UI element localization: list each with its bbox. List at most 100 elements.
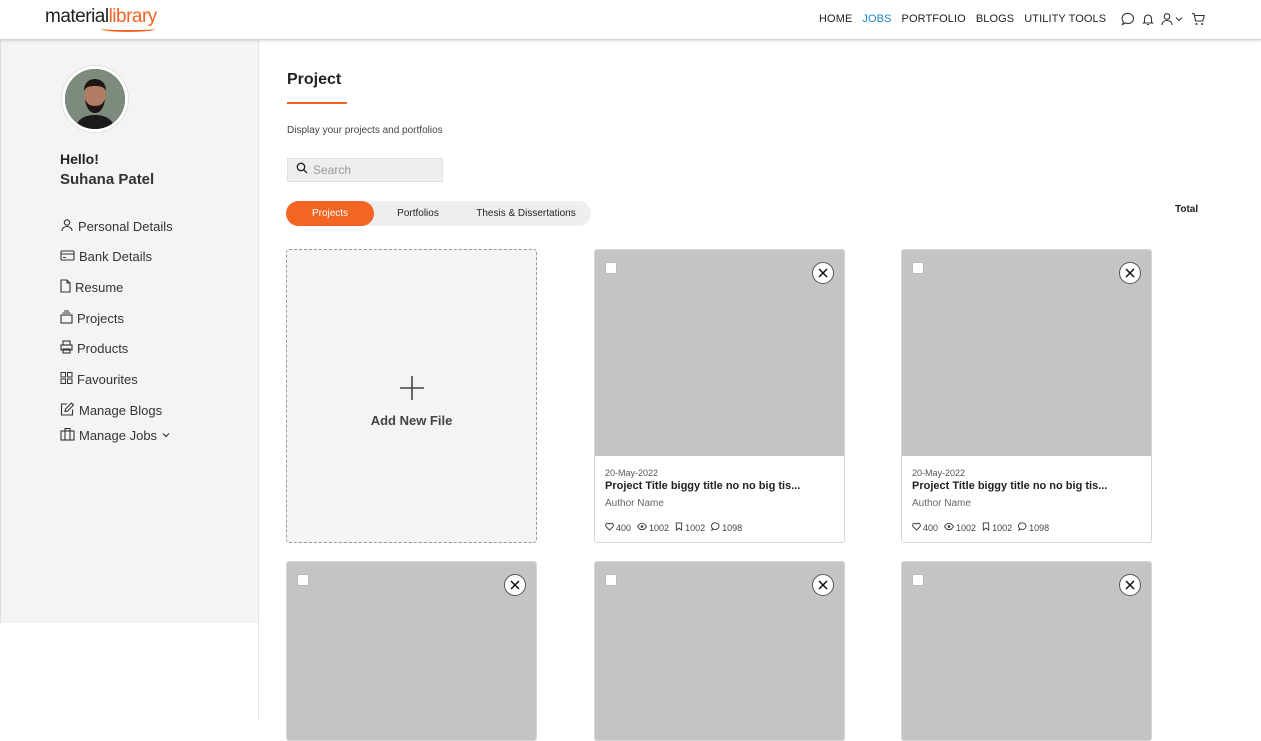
sidebar-item-resume[interactable]: Resume (60, 279, 123, 296)
sidebar-item-label: Manage Jobs (79, 428, 158, 443)
logo-text-part1: material (45, 6, 109, 27)
sidebar-item-manage-jobs[interactable]: Manage Jobs (60, 427, 171, 444)
printer-icon (60, 340, 73, 357)
bell-icon[interactable] (1141, 12, 1155, 26)
sidebar-item-favourites[interactable]: Favourites (60, 371, 138, 388)
total-label: Total (1175, 204, 1199, 215)
bookmark-icon (675, 522, 683, 533)
sidebar-item-bank-details[interactable]: Bank Details (60, 248, 152, 265)
project-thumbnail (287, 562, 536, 740)
sidebar (0, 40, 258, 623)
project-card[interactable]: 20-May-2022 Project Title biggy title no… (594, 249, 845, 543)
nav-utility-tools[interactable]: UTILITY TOOLS (1024, 13, 1106, 25)
project-card[interactable] (286, 561, 537, 741)
grid-icon (60, 371, 73, 388)
avatar-photo (65, 69, 125, 129)
close-icon[interactable] (1119, 262, 1141, 284)
views-count: 1002 (649, 522, 670, 533)
logo-text-part2: library (108, 6, 158, 27)
add-new-file-card[interactable]: Add New File (286, 249, 537, 543)
project-author[interactable]: Author Name (912, 498, 971, 509)
tab-portfolios[interactable]: Portfolios (374, 201, 462, 226)
tab-bar: Projects Portfolios Thesis & Dissertatio… (286, 201, 591, 226)
views-count: 1002 (956, 522, 977, 533)
user-name: Suhana Patel (60, 171, 155, 188)
sidebar-item-label: Resume (75, 280, 124, 295)
comment-icon (1018, 522, 1027, 533)
project-author[interactable]: Author Name (605, 498, 664, 509)
user-menu-icon[interactable] (1161, 12, 1185, 26)
nav-home[interactable]: HOME (819, 13, 852, 25)
close-icon[interactable] (812, 262, 834, 284)
edit-icon (60, 402, 75, 419)
sidebar-item-manage-blogs[interactable]: Manage Blogs (60, 402, 162, 419)
add-new-file-label: Add New File (370, 413, 453, 428)
tab-projects[interactable]: Projects (286, 201, 374, 226)
logo[interactable]: materiallibrary (45, 6, 158, 32)
search-icon (296, 161, 308, 179)
sidebar-item-label: Projects (77, 311, 124, 326)
file-icon (60, 279, 71, 296)
project-thumbnail (595, 250, 844, 456)
avatar[interactable] (61, 65, 129, 133)
sidebar-item-label: Bank Details (79, 249, 152, 264)
sidebar-item-label: Manage Blogs (79, 403, 163, 418)
sidebar-item-projects[interactable]: Projects (60, 310, 124, 327)
saves-count: 1002 (685, 522, 706, 533)
saves-count: 1002 (992, 522, 1013, 533)
bookmark-icon (982, 522, 990, 533)
project-thumbnail (902, 562, 1151, 740)
nav-icons (1121, 12, 1206, 26)
select-checkbox[interactable] (605, 574, 617, 586)
chat-icon[interactable] (1121, 12, 1135, 26)
page-title: Project (287, 71, 342, 88)
nav-portfolio[interactable]: PORTFOLIO (902, 13, 966, 25)
eye-icon (944, 522, 955, 533)
top-navbar: materiallibrary HOME JOBS PORTFOLIO BLOG… (0, 0, 1261, 40)
select-checkbox[interactable] (297, 574, 309, 586)
title-underline (287, 102, 347, 104)
comments-count: 1098 (1029, 522, 1050, 533)
project-card[interactable] (594, 561, 845, 741)
main-nav: HOME JOBS PORTFOLIO BLOGS UTILITY TOOLS (819, 13, 1116, 25)
search-input[interactable] (313, 163, 438, 177)
search-box (287, 158, 443, 182)
project-stats: 400 1002 1002 1098 (912, 522, 1049, 533)
user-icon (60, 218, 74, 235)
select-checkbox[interactable] (912, 574, 924, 586)
sidebar-item-label: Favourites (77, 372, 138, 387)
project-title[interactable]: Project Title biggy title no no big tis.… (605, 480, 800, 492)
page-subtitle: Display your projects and portfolios (287, 125, 443, 136)
select-checkbox[interactable] (912, 262, 924, 274)
project-stats: 400 1002 1002 1098 (605, 522, 742, 533)
close-icon[interactable] (1119, 574, 1141, 596)
likes-count: 400 (616, 522, 632, 533)
project-card[interactable] (901, 561, 1152, 741)
cart-icon[interactable] (1191, 12, 1206, 26)
sidebar-item-personal-details[interactable]: Personal Details (60, 218, 173, 235)
nav-blogs[interactable]: BLOGS (976, 13, 1014, 25)
project-card[interactable]: 20-May-2022 Project Title biggy title no… (901, 249, 1152, 543)
stack-icon (60, 310, 73, 327)
greeting: Hello! (60, 151, 99, 167)
sidebar-divider (258, 40, 259, 720)
project-thumbnail (595, 562, 844, 740)
select-checkbox[interactable] (605, 262, 617, 274)
sidebar-item-products[interactable]: Products (60, 340, 128, 357)
sidebar-item-label: Personal Details (78, 219, 173, 234)
comment-icon (711, 522, 720, 533)
chevron-down-icon (161, 428, 171, 443)
close-icon[interactable] (504, 574, 526, 596)
card-icon (60, 248, 75, 265)
plus-icon (398, 374, 426, 407)
heart-icon (605, 522, 614, 533)
tab-thesis-dissertations[interactable]: Thesis & Dissertations (462, 201, 590, 226)
sidebar-item-label: Products (77, 341, 129, 356)
nav-jobs[interactable]: JOBS (862, 13, 891, 25)
close-icon[interactable] (812, 574, 834, 596)
project-date: 20-May-2022 (912, 468, 966, 478)
comments-count: 1098 (722, 522, 743, 533)
project-title[interactable]: Project Title biggy title no no big tis.… (912, 480, 1107, 492)
project-date: 20-May-2022 (605, 468, 659, 478)
briefcase-icon (60, 427, 75, 444)
